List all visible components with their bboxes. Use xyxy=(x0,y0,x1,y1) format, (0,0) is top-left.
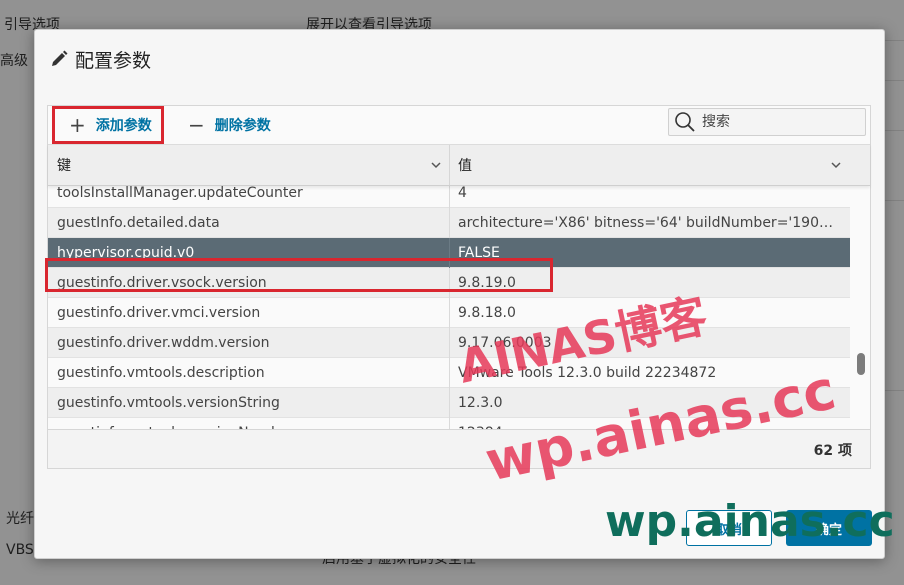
column-header-value[interactable]: 值 xyxy=(458,145,848,185)
cell-separator xyxy=(449,268,450,298)
dialog-title: 配置参数 xyxy=(75,49,152,72)
scrollbar-thumb[interactable] xyxy=(857,353,865,375)
row-key: toolsInstallManager.updateCounter xyxy=(57,185,303,201)
table-row[interactable]: guestinfo.vmtools.description VMware Too… xyxy=(48,358,850,388)
table-row[interactable]: guestinfo.vmtools.versionString 12.3.0 xyxy=(48,388,850,418)
minus-icon: − xyxy=(188,113,205,137)
row-key: guestinfo.driver.vmci.version xyxy=(57,305,261,321)
cell-separator xyxy=(449,298,450,328)
row-value: architecture='X86' bitness='64' buildNum… xyxy=(458,215,833,231)
search-icon xyxy=(675,112,695,132)
row-value: VMware Tools 12.3.0 build 22234872 xyxy=(458,365,717,381)
dialog-header: 配置参数 xyxy=(49,44,151,74)
row-value: FALSE xyxy=(458,245,500,261)
plus-icon: + xyxy=(69,113,86,137)
cell-separator xyxy=(449,208,450,238)
cell-separator xyxy=(449,185,450,208)
chevron-down-icon[interactable] xyxy=(830,159,842,171)
cell-separator xyxy=(449,328,450,358)
pencil-icon xyxy=(52,50,68,66)
row-key: guestInfo.detailed.data xyxy=(57,215,220,231)
column-key-label: 键 xyxy=(57,158,71,174)
row-key: guestinfo.driver.wddm.version xyxy=(57,335,270,351)
ok-button[interactable]: 确定 xyxy=(786,510,872,546)
table-row[interactable]: guestinfo.driver.wddm.version 9.17.06.00… xyxy=(48,328,850,358)
row-value: 12.3.0 xyxy=(458,395,503,411)
column-value-label: 值 xyxy=(458,158,472,174)
grid-rows: toolsInstallManager.updateCounter 4 gues… xyxy=(48,185,850,430)
table-row[interactable]: guestInfo.detailed.data architecture='X8… xyxy=(48,208,850,238)
chevron-down-icon[interactable] xyxy=(430,159,442,171)
row-value: 4 xyxy=(458,185,467,201)
table-row-selected[interactable]: hypervisor.cpuid.v0 FALSE xyxy=(48,238,850,268)
delete-parameter-button[interactable]: − 删除参数 xyxy=(188,106,271,144)
item-count: 62 项 xyxy=(813,443,852,459)
configure-parameters-dialog: 配置参数 + 添加参数 − 删除参数 键 xyxy=(34,29,885,559)
cell-separator xyxy=(449,388,450,418)
add-parameter-label: 添加参数 xyxy=(95,118,152,134)
row-key: hypervisor.cpuid.v0 xyxy=(57,245,195,261)
parameters-grid: + 添加参数 − 删除参数 键 xyxy=(47,105,871,469)
search-input[interactable] xyxy=(700,113,854,131)
table-row[interactable]: guestinfo.driver.vsock.version 9.8.19.0 xyxy=(48,268,850,298)
cell-separator xyxy=(449,358,450,388)
row-value: 9.8.19.0 xyxy=(458,275,516,291)
row-key: guestinfo.driver.vsock.version xyxy=(57,275,267,291)
delete-parameter-label: 删除参数 xyxy=(214,118,271,134)
table-row[interactable]: toolsInstallManager.updateCounter 4 xyxy=(48,185,850,208)
cell-separator xyxy=(449,238,450,268)
grid-toolbar: + 添加参数 − 删除参数 xyxy=(48,106,870,144)
grid-footer: 62 项 xyxy=(48,429,870,468)
row-value: 9.8.18.0 xyxy=(458,305,516,321)
column-separator[interactable] xyxy=(449,145,450,185)
grid-scrollbar[interactable] xyxy=(854,185,868,430)
table-row[interactable]: guestinfo.driver.vmci.version 9.8.18.0 xyxy=(48,298,850,328)
cancel-button[interactable]: 取消 xyxy=(686,510,772,546)
grid-column-header: 键 值 xyxy=(48,144,870,186)
column-header-key[interactable]: 键 xyxy=(57,145,447,185)
add-parameter-button[interactable]: + 添加参数 xyxy=(52,106,164,144)
row-key: guestinfo.vmtools.description xyxy=(57,365,265,381)
search-box[interactable] xyxy=(668,108,866,136)
grid-body: toolsInstallManager.updateCounter 4 gues… xyxy=(48,185,850,430)
row-value: 9.17.06.0003 xyxy=(458,335,552,351)
row-key: guestinfo.vmtools.versionString xyxy=(57,395,280,411)
